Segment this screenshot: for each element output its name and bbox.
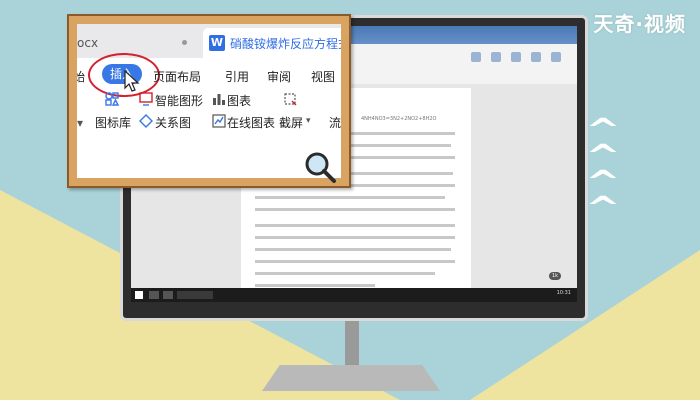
smart-shape-button[interactable]: 智能图形 <box>155 92 203 109</box>
flowchart-button[interactable]: 流 <box>329 114 341 131</box>
screenshot-icon <box>284 93 297 106</box>
ribbon-tool-icon[interactable] <box>531 52 541 62</box>
chevron-up-icon: ^ <box>585 191 621 226</box>
wps-writer-icon: W <box>209 35 225 51</box>
menu-item-review[interactable]: 审阅 <box>267 68 291 85</box>
text-line <box>255 196 445 199</box>
text-line <box>255 236 455 239</box>
text-line <box>255 224 455 227</box>
menu-item-page-layout[interactable]: 页面布局 <box>153 68 201 85</box>
text-line <box>255 284 375 287</box>
tab-close-dot-icon[interactable] <box>182 40 187 45</box>
ribbon-tool-icon[interactable] <box>491 52 501 62</box>
text-line <box>255 248 451 251</box>
screenshot-button[interactable]: 截屏 <box>279 114 303 131</box>
online-chart-icon <box>212 114 226 128</box>
ribbon-tool-icon[interactable] <box>511 52 521 62</box>
chart-button[interactable]: 图表 <box>227 92 251 109</box>
taskbar-app-icon[interactable] <box>163 291 173 299</box>
watermark: 天奇·视频 <box>593 12 686 36</box>
icon-library-icon <box>105 92 119 106</box>
taskbar-clock: 10:31 <box>556 290 571 296</box>
smart-shape-icon <box>139 92 153 106</box>
taskbar-app-icon[interactable] <box>149 291 159 299</box>
dropdown-arrow-icon[interactable]: ▾ <box>77 116 83 130</box>
text-line <box>255 272 435 275</box>
magnifier-icon <box>305 152 336 183</box>
screenshot-dropdown-icon[interactable]: ▾ <box>306 116 311 126</box>
tab-active-document[interactable]: W 硝酸铵爆炸反应方程式 <box>203 28 341 58</box>
mouse-cursor-icon <box>124 70 140 92</box>
tab-previous-doc[interactable]: ocx <box>77 36 98 50</box>
chevron-up-decoration: ^ ^ ^ ^ <box>585 116 620 224</box>
formula-line: 4NH4NO3=3N2+2NO2+8H2O <box>361 116 437 122</box>
monitor-stand-base <box>262 365 440 391</box>
text-line <box>255 260 455 263</box>
tab-title: 硝酸铵爆炸反应方程式 <box>230 37 341 51</box>
chart-icon <box>213 94 225 105</box>
online-chart-button[interactable]: 在线图表 <box>227 114 275 131</box>
menu-item-references[interactable]: 引用 <box>225 68 249 85</box>
insert-toolbar: 智能图形 图表 ▾ 图标库 关系图 在线图表 截屏 ▾ 流 <box>77 92 341 178</box>
ribbon-tools <box>461 48 571 82</box>
taskbar-wps-item[interactable] <box>177 291 213 299</box>
text-line <box>255 208 455 211</box>
menu-item-view[interactable]: 视图 <box>311 68 335 85</box>
ribbon-tool-icon[interactable] <box>471 52 481 62</box>
windows-start-icon[interactable] <box>135 291 143 299</box>
menu-item-start[interactable]: 始 <box>77 68 85 85</box>
monitor-stand-neck <box>345 318 359 368</box>
relation-chart-button[interactable]: 关系图 <box>155 114 191 131</box>
relation-chart-icon <box>139 114 153 128</box>
ribbon-tool-icon[interactable] <box>551 52 561 62</box>
zoom-callout-content: ocx W 硝酸铵爆炸反应方程式 始 插入 页面布局 引用 审阅 视图 智能图形… <box>77 24 341 178</box>
taskbar: 10:31 <box>131 288 577 302</box>
zoom-badge[interactable]: 1k <box>549 272 562 280</box>
icon-library-button[interactable]: 图标库 <box>95 114 131 131</box>
ribbon-menu: 始 插入 页面布局 引用 审阅 视图 <box>77 53 341 97</box>
